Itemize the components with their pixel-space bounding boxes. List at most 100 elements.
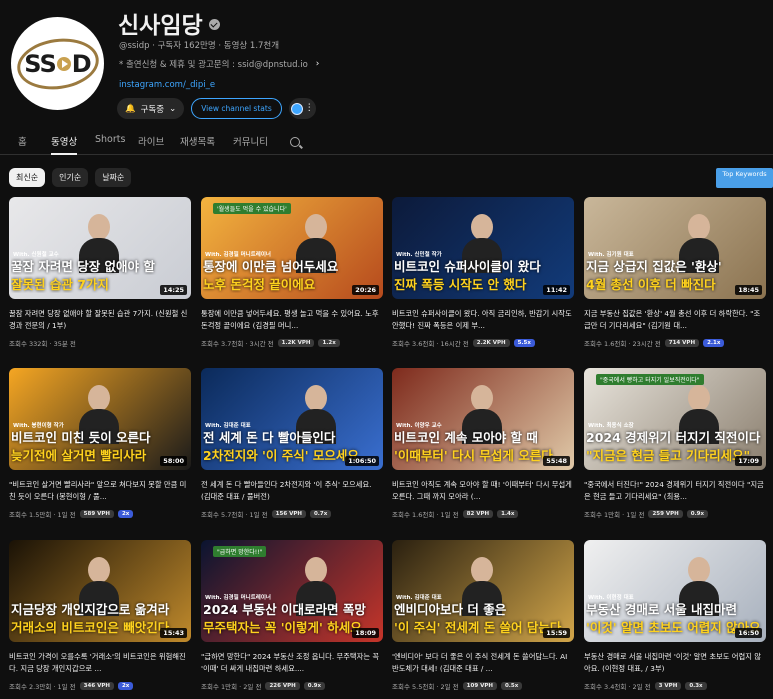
video-title[interactable]: 통장에 이만큼 넣어두세요. 평생 놀고 먹을 수 있어요. 노후 돈걱정 끝이… bbox=[201, 308, 383, 332]
video-thumbnail[interactable]: With. 이양우 교수 비트코인 계속 모아야 할 때 '이때부터' 다시 무… bbox=[392, 368, 574, 470]
video-views: 조회수 2.3만회 · 1일 전 bbox=[9, 683, 76, 691]
video-views: 조회수 5.5천회 · 2일 전 bbox=[392, 683, 459, 691]
video-title[interactable]: 부동산 경매로 서울 내집마련 '이것' 알면 초보도 어렵지 않아요. (이현… bbox=[584, 651, 766, 675]
channel-description[interactable]: * 출연신청 & 제휴 및 광고문의 : ssid@dpnstud.io › bbox=[119, 58, 319, 70]
video-duration: 16:50 bbox=[735, 628, 762, 638]
video-duration: 17:09 bbox=[735, 456, 762, 466]
thumbnail-headline: 꿀잠 자려면 당장 없애야 할 bbox=[11, 259, 155, 274]
video-card[interactable]: With. 봉현이형 작가 비트코인 미친 듯이 오른다 늦기전에 살거면 빨리… bbox=[9, 368, 191, 519]
video-card[interactable]: With. 신원철 교수 꿀잠 자려면 당장 없애야 할 잘못된 습관 7가지 … bbox=[9, 197, 191, 348]
top-keywords-button[interactable]: Top Keywords bbox=[716, 168, 773, 188]
subscribe-label: 구독중 bbox=[140, 104, 165, 115]
multiplier-badge: 0.9x bbox=[686, 510, 709, 518]
video-views: 조회수 1.6천회 · 1일 전 bbox=[392, 511, 459, 519]
chip-popular[interactable]: 인기순 bbox=[52, 168, 89, 187]
video-thumbnail[interactable]: '월생들도 먹을 수 있습니다' With. 김경필 머니트레이너 통장에 이만… bbox=[201, 197, 383, 299]
thumbnail-headline: 전 세계 돈 다 빨아들인다 bbox=[203, 430, 336, 445]
bell-icon: 🔔 bbox=[125, 103, 136, 114]
video-views: 조회수 332회 · 35분 전 bbox=[9, 340, 76, 348]
video-title[interactable]: 비트코인 아직도 계속 모아야 할 때! '이때부터' 다시 무섭게 오른다. … bbox=[392, 479, 574, 503]
channel-header: SS D 신사임당 @ssidp · 구독자 162만명 · 동영상 1.7천개 … bbox=[0, 0, 773, 125]
tab-live[interactable]: 라이브 bbox=[138, 134, 164, 155]
chip-latest[interactable]: 최신순 bbox=[9, 168, 46, 187]
multiplier-badge: 2.1x bbox=[703, 339, 725, 347]
video-thumbnail[interactable]: 지금당장 개인지갑으로 옮겨라 거래소의 비트코인은 빼앗긴다 15:43 bbox=[9, 540, 191, 642]
video-title[interactable]: 비트코인 슈퍼사이클이 왔다. 아직 금리인하, 반감기 시작도 안했다! 진짜… bbox=[392, 308, 574, 332]
video-card[interactable]: With. 김대준 대표 전 세계 돈 다 빨아들인다 2차전지와 '이 주식'… bbox=[201, 368, 383, 519]
tab-community[interactable]: 커뮤니티 bbox=[233, 134, 268, 155]
channel-avatar[interactable]: SS D bbox=[11, 17, 104, 110]
video-stats: 조회수 1만회 · 2일 전 226 VPH 0.9x bbox=[201, 681, 383, 691]
video-title[interactable]: '엔비디아' 보다 더 좋은 이 주식 전세계 돈 쓸어담느다. AI 반도체가… bbox=[392, 651, 574, 675]
thumbnail-tag: "급하면 망한다!!" bbox=[213, 546, 267, 557]
vph-badge: 1.2K VPH bbox=[277, 339, 315, 347]
play-icon bbox=[56, 56, 71, 71]
video-title[interactable]: 지금 부동산 집값은 '환상' 4월 총선 이후 더 하락한다. "조급만 더 … bbox=[584, 308, 766, 332]
video-card[interactable]: "중국에서 빵하고 터지기 일보직전이다" With. 최용식 소장 2024 … bbox=[584, 368, 766, 519]
extension-button[interactable]: ⋮ bbox=[288, 98, 316, 119]
video-card[interactable]: "급하면 망한다!!" With. 김경필 머니트레이너 2024 부동산 이대… bbox=[201, 540, 383, 691]
tab-home[interactable]: 홈 bbox=[18, 134, 27, 155]
video-title[interactable]: "비트코인 살거면 빨리사라" 앞으로 쳐다보지 못할 만큼 미친 듯이 오른다… bbox=[9, 479, 191, 503]
video-thumbnail[interactable]: With. 신민철 작가 비트코인 슈퍼사이클이 왔다 진짜 폭등 시작도 안 … bbox=[392, 197, 574, 299]
video-title[interactable]: 비트코인 가격이 오를수록 '거래소'의 비트코인은 위험해진다. 지금 당장 … bbox=[9, 651, 191, 675]
video-card[interactable]: With. 이양우 교수 비트코인 계속 모아야 할 때 '이때부터' 다시 무… bbox=[392, 368, 574, 519]
channel-meta: @ssidp · 구독자 162만명 · 동영상 1.7천개 bbox=[119, 41, 280, 51]
tab-shorts[interactable]: Shorts bbox=[95, 134, 125, 155]
chip-oldest[interactable]: 날짜순 bbox=[95, 168, 132, 187]
video-duration: 18:09 bbox=[352, 628, 379, 638]
video-thumbnail[interactable]: "급하면 망한다!!" With. 김경필 머니트레이너 2024 부동산 이대… bbox=[201, 540, 383, 642]
verified-icon bbox=[208, 18, 220, 30]
video-stats: 조회수 1.5만회 · 1일 전 589 VPH 2x bbox=[9, 509, 191, 519]
video-card[interactable]: With. 김대준 대표 엔비디아보다 더 좋은 '이 주식' 전세계 돈 쓸어… bbox=[392, 540, 574, 691]
video-title[interactable]: "중국에서 터진다!" 2024 경제위기 터지기 직전이다 "지금은 현금 들… bbox=[584, 479, 766, 503]
video-thumbnail[interactable]: With. 이현정 대표 부동산 경매로 서울 내집마련 '이것' 알면 초보도… bbox=[584, 540, 766, 642]
video-title[interactable]: "급하면 망한다" 2024 부동산 조정 옵니다. 무주택자는 꼭 '이때' … bbox=[201, 651, 383, 675]
thumbnail-headline: 비트코인 미친 듯이 오른다 bbox=[11, 430, 151, 445]
multiplier-badge: 0.7x bbox=[309, 510, 332, 518]
video-card[interactable]: With. 신민철 작가 비트코인 슈퍼사이클이 왔다 진짜 폭등 시작도 안 … bbox=[392, 197, 574, 348]
multiplier-badge: 1.2x bbox=[318, 339, 340, 347]
video-title[interactable]: 전 세계 돈 다 빨아들인다 2차전지와 '이 주식' 모으세요. (김대준 대… bbox=[201, 479, 383, 503]
video-card[interactable]: '월생들도 먹을 수 있습니다' With. 김경필 머니트레이너 통장에 이만… bbox=[201, 197, 383, 348]
video-views: 조회수 3.4천회 · 2일 전 bbox=[584, 683, 651, 691]
vph-badge: 82 VPH bbox=[462, 510, 494, 518]
tab-videos[interactable]: 동영상 bbox=[51, 134, 78, 155]
video-card[interactable]: With. 김기원 대표 지금 상급지 집값은 '환상' 4월 총선 이후 더 … bbox=[584, 197, 766, 348]
vph-badge: 259 VPH bbox=[648, 510, 683, 518]
video-thumbnail[interactable]: With. 김대준 대표 엔비디아보다 더 좋은 '이 주식' 전세계 돈 쓸어… bbox=[392, 540, 574, 642]
thumbnail-headline: 비트코인 슈퍼사이클이 왔다 bbox=[394, 259, 541, 274]
vph-badge: 109 VPH bbox=[462, 682, 497, 690]
thumbnail-headline: 엔비디아보다 더 좋은 bbox=[394, 602, 507, 617]
video-duration: 58:00 bbox=[160, 456, 187, 466]
sort-chips: 최신순 인기순 날짜순 bbox=[9, 168, 132, 187]
video-duration: 15:59 bbox=[543, 628, 570, 638]
video-duration: 15:43 bbox=[160, 628, 187, 638]
video-views: 조회수 1만회 · 2일 전 bbox=[201, 683, 262, 691]
video-card[interactable]: 지금당장 개인지갑으로 옮겨라 거래소의 비트코인은 빼앗긴다 15:43 비트… bbox=[9, 540, 191, 691]
multiplier-badge: 0.5x bbox=[500, 682, 523, 690]
video-card[interactable]: With. 이현정 대표 부동산 경매로 서울 내집마련 '이것' 알면 초보도… bbox=[584, 540, 766, 691]
subscribed-button[interactable]: 🔔 구독중 ⌄ bbox=[117, 98, 185, 119]
thumbnail-headline: 지금 상급지 집값은 '환상' bbox=[586, 259, 722, 274]
video-stats: 조회수 1.6천회 · 1일 전 82 VPH 1.4x bbox=[392, 509, 574, 519]
vph-badge: 346 VPH bbox=[79, 682, 114, 690]
video-title[interactable]: 꿀잠 자려면 당장 없애야 할 잘못된 습관 7가지. (신원철 신경과 전문의… bbox=[9, 308, 191, 332]
vph-badge: 589 VPH bbox=[79, 510, 114, 518]
channel-tabs: 홈 동영상 Shorts 라이브 재생목록 커뮤니티 bbox=[0, 134, 773, 155]
video-stats: 조회수 1만회 · 1일 전 259 VPH 0.9x bbox=[584, 509, 766, 519]
video-thumbnail[interactable]: With. 봉현이형 작가 비트코인 미친 듯이 오른다 늦기전에 살거면 빨리… bbox=[9, 368, 191, 470]
video-stats: 조회수 1.6천회 · 23시간 전 714 VPH 2.1x bbox=[584, 338, 766, 348]
multiplier-badge: 0.9x bbox=[303, 682, 326, 690]
view-channel-stats-button[interactable]: View channel stats bbox=[191, 98, 282, 119]
search-icon[interactable] bbox=[290, 137, 300, 147]
video-thumbnail[interactable]: With. 김대준 대표 전 세계 돈 다 빨아들인다 2차전지와 '이 주식'… bbox=[201, 368, 383, 470]
video-duration: 18:45 bbox=[735, 285, 762, 295]
tab-playlists[interactable]: 재생목록 bbox=[180, 134, 215, 155]
video-views: 조회수 3.7천회 · 3시간 전 bbox=[201, 340, 274, 348]
channel-actions: 🔔 구독중 ⌄ View channel stats ⋮ bbox=[117, 98, 316, 119]
video-thumbnail[interactable]: With. 김기원 대표 지금 상급지 집값은 '환상' 4월 총선 이후 더 … bbox=[584, 197, 766, 299]
video-thumbnail[interactable]: With. 신원철 교수 꿀잠 자려면 당장 없애야 할 잘못된 습관 7가지 … bbox=[9, 197, 191, 299]
video-thumbnail[interactable]: "중국에서 빵하고 터지기 일보직전이다" With. 최용식 소장 2024 … bbox=[584, 368, 766, 470]
channel-link[interactable]: instagram.com/_dipi_e bbox=[119, 80, 215, 90]
